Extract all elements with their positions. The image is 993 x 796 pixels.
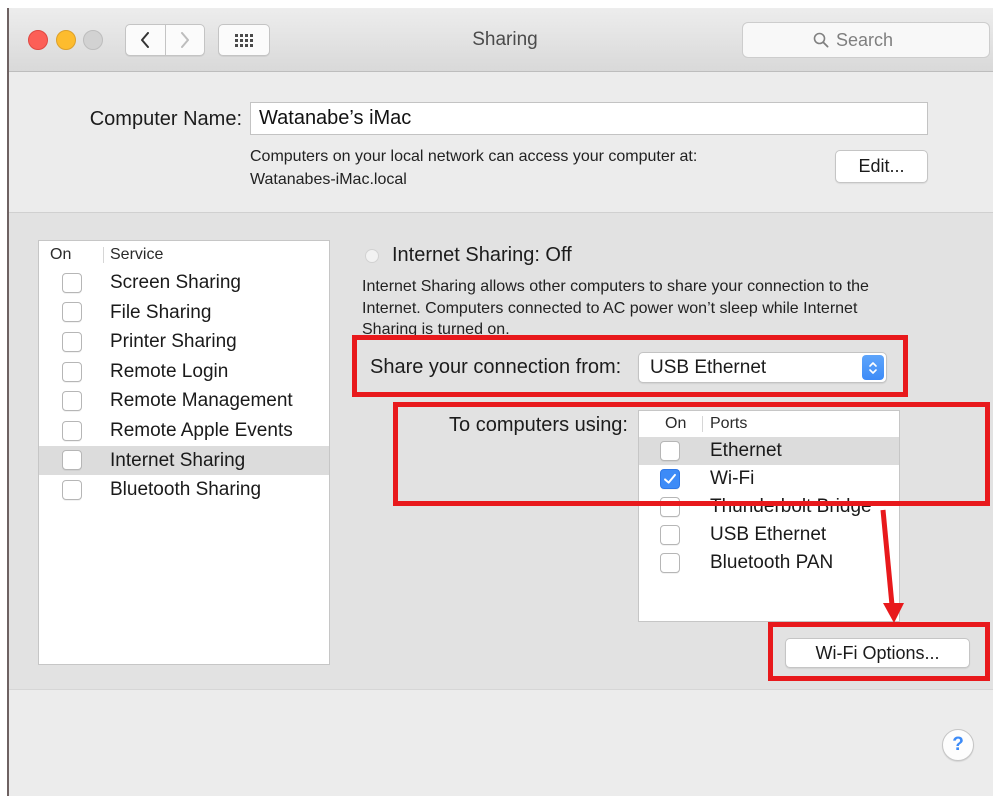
- chevron-right-icon: [180, 32, 190, 48]
- grid-icon: [235, 33, 253, 47]
- service-checkbox[interactable]: [62, 450, 82, 471]
- service-label: Bluetooth Sharing: [110, 479, 262, 501]
- computer-name-field[interactable]: Watanabe’s iMac: [250, 102, 928, 135]
- service-label: Remote Login: [110, 360, 229, 382]
- internet-sharing-description: Internet Sharing allows other computers …: [362, 276, 869, 341]
- ports-list-header: On Ports: [639, 411, 899, 437]
- search-placeholder: Search: [835, 29, 894, 50]
- port-checkbox[interactable]: [660, 553, 680, 573]
- search-icon: [813, 32, 829, 48]
- minimize-button[interactable]: [56, 30, 76, 50]
- column-header-on[interactable]: On: [665, 411, 686, 437]
- port-row-thunderbolt-bridge[interactable]: Thunderbolt Bridge: [639, 493, 899, 521]
- back-forward-control: [125, 24, 205, 56]
- port-row-bluetooth-pan[interactable]: Bluetooth PAN: [639, 549, 899, 577]
- service-row-remote-management[interactable]: Remote Management: [39, 386, 329, 416]
- to-computers-label: To computers using:: [449, 414, 628, 436]
- service-checkbox[interactable]: [62, 479, 82, 500]
- port-row-usb-ethernet[interactable]: USB Ethernet: [639, 521, 899, 549]
- service-label: Screen Sharing: [110, 272, 241, 293]
- description-line: Sharing is turned on.: [362, 321, 510, 338]
- column-header-ports[interactable]: Ports: [710, 411, 747, 437]
- service-label: Printer Sharing: [110, 331, 237, 353]
- edit-button[interactable]: Edit...: [835, 150, 928, 183]
- service-row-internet-sharing[interactable]: Internet Sharing: [39, 445, 329, 476]
- column-header-service[interactable]: Service: [110, 241, 163, 268]
- service-row-remote-login[interactable]: Remote Login: [39, 357, 329, 387]
- service-label: Internet Sharing: [110, 449, 246, 471]
- internet-sharing-status: Internet Sharing: Off: [392, 244, 572, 266]
- description-line: Internet. Computers connected to AC powe…: [362, 299, 858, 317]
- description-line: Internet Sharing allows other computers …: [362, 278, 869, 295]
- local-hostname: Watanabes-iMac.local: [250, 171, 407, 188]
- service-row-printer-sharing[interactable]: Printer Sharing: [39, 327, 329, 357]
- port-checkbox[interactable]: [660, 441, 680, 461]
- service-label: Remote Management: [110, 390, 293, 412]
- service-checkbox[interactable]: [62, 331, 82, 352]
- back-button[interactable]: [126, 25, 166, 55]
- show-all-button[interactable]: [218, 24, 270, 56]
- service-list-header: On Service: [39, 241, 329, 268]
- forward-button[interactable]: [166, 25, 205, 55]
- internet-sharing-status-indicator: [365, 249, 379, 263]
- column-header-on[interactable]: On: [50, 241, 71, 268]
- service-list: On Service Screen Sharing File Sharing P…: [38, 240, 330, 665]
- service-row-bluetooth-sharing[interactable]: Bluetooth Sharing: [39, 475, 329, 505]
- port-checkbox[interactable]: [660, 469, 680, 489]
- up-down-chevron-icon: [862, 355, 884, 380]
- port-row-ethernet[interactable]: Ethernet: [639, 437, 899, 465]
- wifi-options-button[interactable]: Wi-Fi Options...: [785, 638, 970, 668]
- port-label: Thunderbolt Bridge: [710, 496, 872, 517]
- share-from-value: USB Ethernet: [650, 357, 767, 378]
- service-checkbox[interactable]: [62, 272, 82, 293]
- ports-list: On Ports Ethernet Wi-Fi Thunderbolt Brid…: [638, 410, 900, 622]
- service-checkbox[interactable]: [62, 391, 82, 412]
- service-label: Remote Apple Events: [110, 419, 293, 441]
- local-address-description: Computers on your local network can acce…: [250, 148, 698, 165]
- port-label: Wi-Fi: [710, 468, 755, 489]
- port-label: Ethernet: [710, 440, 782, 461]
- port-row-wifi[interactable]: Wi-Fi: [639, 465, 899, 493]
- checkmark-icon: [664, 473, 676, 484]
- zoom-button: [83, 30, 103, 50]
- port-label: Bluetooth PAN: [710, 552, 834, 573]
- service-checkbox[interactable]: [62, 361, 82, 382]
- port-checkbox[interactable]: [660, 525, 680, 545]
- service-checkbox[interactable]: [62, 302, 82, 323]
- window-title: Sharing: [472, 29, 538, 50]
- service-row-screen-sharing[interactable]: Screen Sharing: [39, 268, 329, 298]
- service-row-file-sharing[interactable]: File Sharing: [39, 298, 329, 328]
- column-separator: [103, 247, 104, 263]
- service-label: File Sharing: [110, 301, 212, 323]
- chevron-left-icon: [140, 32, 150, 48]
- share-from-popup[interactable]: USB Ethernet: [638, 352, 887, 383]
- port-label: USB Ethernet: [710, 524, 827, 545]
- close-button[interactable]: [28, 30, 48, 50]
- search-field[interactable]: Search: [742, 22, 990, 58]
- help-button[interactable]: ?: [942, 729, 974, 761]
- computer-name-label: Computer Name:: [89, 108, 242, 130]
- service-row-remote-apple-events[interactable]: Remote Apple Events: [39, 416, 329, 446]
- column-separator: [702, 416, 703, 432]
- local-address-info: Computers on your local network can acce…: [250, 145, 697, 191]
- share-from-label: Share your connection from:: [370, 356, 622, 378]
- port-checkbox[interactable]: [660, 497, 680, 517]
- service-checkbox[interactable]: [62, 420, 82, 441]
